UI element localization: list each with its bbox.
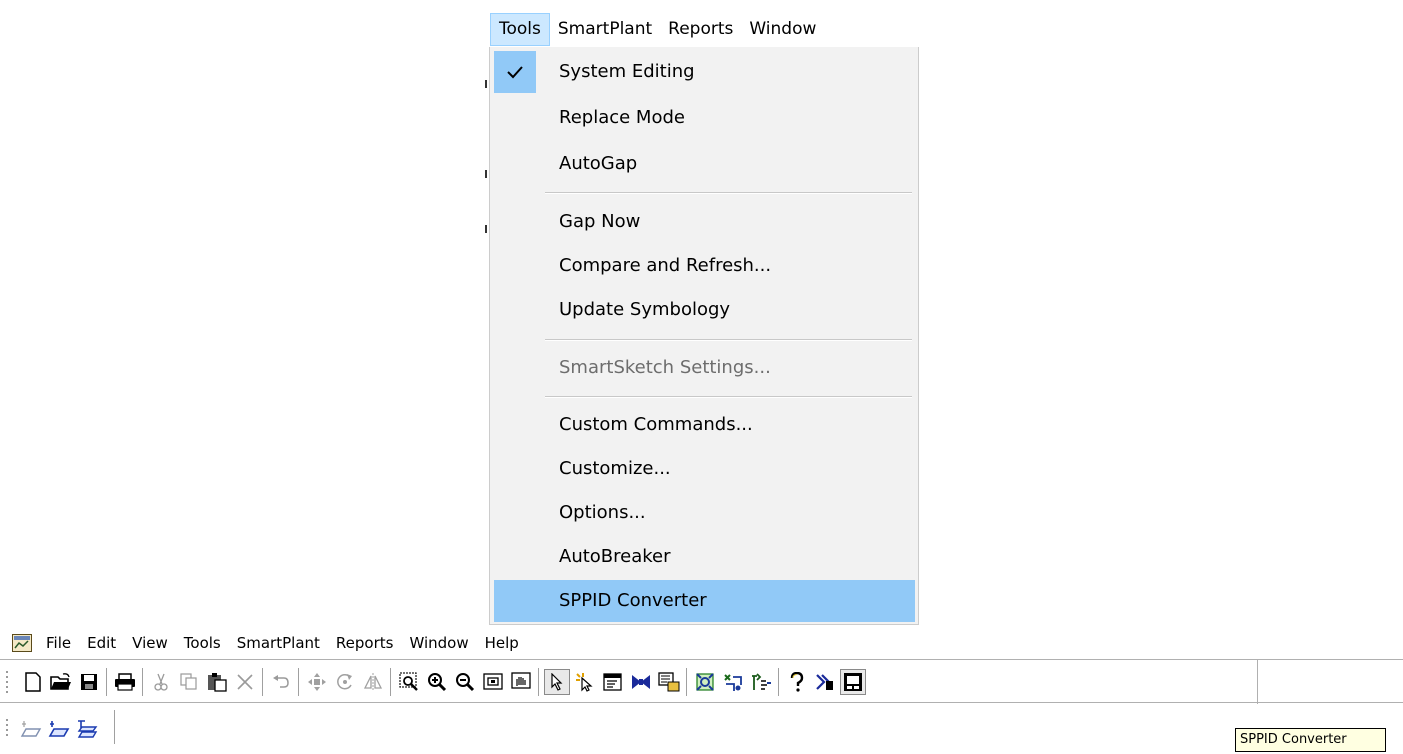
tooltip: SPPID Converter: [1235, 728, 1386, 752]
open-icon[interactable]: [48, 669, 74, 695]
toolbar-separator: [106, 668, 107, 696]
sppid-converter-icon[interactable]: [840, 669, 866, 695]
zoom-in-icon[interactable]: [424, 669, 450, 695]
toolbar-separator: [778, 668, 779, 696]
toolbar-separator: [538, 668, 539, 696]
menu-reports[interactable]: Reports: [328, 629, 402, 657]
menu-item-customize[interactable]: Customize...: [494, 448, 915, 490]
menu-help[interactable]: Help: [477, 629, 527, 657]
reconnect-icon[interactable]: [720, 669, 746, 695]
menu-item-label: Customize...: [559, 458, 671, 479]
menu-item-label: System Editing: [559, 61, 695, 82]
layer-show-icon[interactable]: [46, 716, 72, 742]
tool-x-icon[interactable]: [812, 669, 838, 695]
menu-item-sppid-converter[interactable]: SPPID Converter: [494, 580, 915, 622]
menu-item-label: SmartSketch Settings...: [559, 357, 771, 378]
toolbar-separator: [142, 668, 143, 696]
catalog-icon[interactable]: [656, 669, 682, 695]
copy-icon[interactable]: [176, 669, 202, 695]
menu-item-label: Compare and Refresh...: [559, 255, 772, 276]
zoom-out-icon[interactable]: [452, 669, 478, 695]
menu-item-autogap[interactable]: AutoGap: [494, 143, 915, 185]
menu-edit[interactable]: Edit: [79, 629, 124, 657]
menu-item-custom-commands[interactable]: Custom Commands...: [494, 404, 915, 446]
toolbar-grip[interactable]: [4, 668, 10, 696]
app-icon[interactable]: [12, 634, 32, 652]
toolbar-separator: [686, 668, 687, 696]
menu-item-label: Replace Mode: [559, 107, 685, 128]
pan-icon[interactable]: [508, 669, 534, 695]
menu-item-compare-and-refresh[interactable]: Compare and Refresh...: [494, 245, 915, 287]
menu-item-label: Options...: [559, 502, 646, 523]
app-window: Tools SmartPlant Reports Window System E…: [0, 0, 1403, 754]
rotate-icon[interactable]: [332, 669, 358, 695]
delete-icon[interactable]: [232, 669, 258, 695]
menu-separator: [545, 193, 912, 194]
mirror-icon[interactable]: [360, 669, 386, 695]
app-menu-bar: File Edit View Tools SmartPlant Reports …: [0, 628, 1403, 658]
menu-item-options[interactable]: Options...: [494, 492, 915, 534]
menu-separator: [545, 397, 912, 398]
main-toolbar: [0, 659, 1403, 704]
move-icon[interactable]: [304, 669, 330, 695]
toolbar-separator: [390, 668, 391, 696]
menu-item-label: Update Symbology: [559, 299, 731, 320]
menu-window-zoomed[interactable]: Window: [741, 13, 824, 46]
background-mark: [485, 225, 487, 233]
menu-item-label: Custom Commands...: [559, 414, 753, 435]
menu-item-smartsketch-settings: SmartSketch Settings...: [494, 347, 915, 389]
zoomed-menu-bar: Tools SmartPlant Reports Window: [490, 12, 918, 47]
menu-item-gap-now[interactable]: Gap Now: [494, 201, 915, 243]
background-mark: [485, 80, 487, 88]
break-icon[interactable]: [748, 669, 774, 695]
layer-hide-icon[interactable]: [18, 716, 44, 742]
toolbar-separator: [262, 668, 263, 696]
assign-icon[interactable]: [692, 669, 718, 695]
new-icon[interactable]: [20, 669, 46, 695]
menu-item-label: Gap Now: [559, 211, 641, 232]
select-icon[interactable]: [544, 669, 570, 695]
properties-icon[interactable]: [600, 669, 626, 695]
paste-icon[interactable]: [204, 669, 230, 695]
menu-item-update-symbology[interactable]: Update Symbology: [494, 289, 915, 331]
background-mark: [485, 170, 487, 178]
menu-item-autobreaker[interactable]: AutoBreaker: [494, 536, 915, 578]
menu-smartplant[interactable]: SmartPlant: [229, 629, 328, 657]
toolbar-grip[interactable]: [4, 716, 10, 739]
menu-item-system-editing[interactable]: System Editing: [494, 51, 915, 93]
menu-smartplant-zoomed[interactable]: SmartPlant: [550, 13, 660, 46]
menu-item-label: AutoGap: [559, 153, 638, 174]
menu-tools-zoomed[interactable]: Tools: [490, 13, 550, 46]
toolbar-separator: [114, 710, 115, 744]
highlight-select-icon[interactable]: [572, 669, 598, 695]
menu-item-label: AutoBreaker: [559, 546, 671, 567]
menu-item-replace-mode[interactable]: Replace Mode: [494, 97, 915, 139]
save-icon[interactable]: [76, 669, 102, 695]
menu-file[interactable]: File: [38, 629, 79, 657]
tools-dropdown-menu: System Editing Replace Mode AutoGap Gap …: [489, 47, 919, 625]
toolbar-separator: [298, 668, 299, 696]
menu-item-label: SPPID Converter: [559, 590, 707, 611]
cut-icon[interactable]: [148, 669, 174, 695]
layer-active-icon[interactable]: [74, 716, 100, 742]
menu-reports-zoomed[interactable]: Reports: [660, 13, 741, 46]
zoom-area-icon[interactable]: [396, 669, 422, 695]
menu-window[interactable]: Window: [401, 629, 476, 657]
bowtie-icon[interactable]: [628, 669, 654, 695]
undo-icon[interactable]: [268, 669, 294, 695]
menu-view[interactable]: View: [124, 629, 176, 657]
menu-separator: [545, 340, 912, 341]
layer-toolbar: [0, 704, 260, 754]
print-icon[interactable]: [112, 669, 138, 695]
menu-tools[interactable]: Tools: [176, 629, 229, 657]
fit-icon[interactable]: [480, 669, 506, 695]
help-icon[interactable]: [784, 669, 810, 695]
